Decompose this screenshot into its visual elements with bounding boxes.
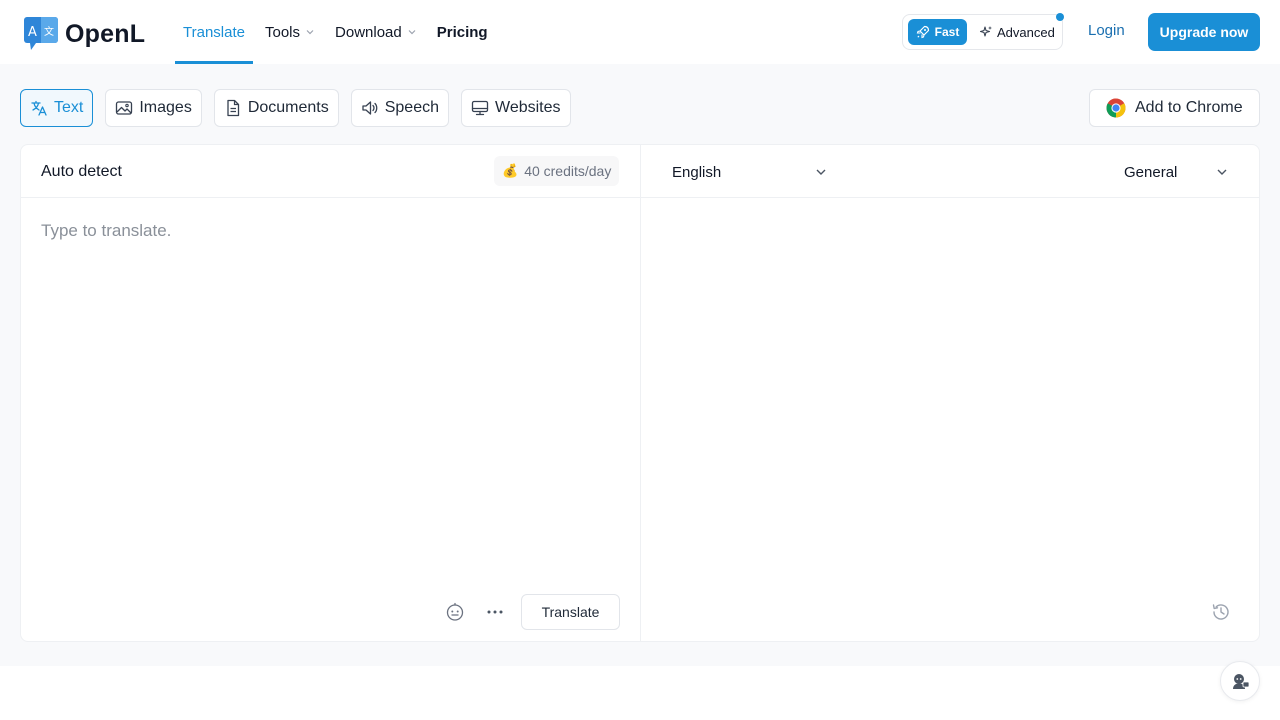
sparkles-icon — [979, 26, 992, 37]
logo-letter-a: A — [28, 25, 37, 40]
more-options-button[interactable] — [483, 600, 507, 624]
mode-fast-label: Fast — [934, 25, 960, 39]
mode-fast-button[interactable]: Fast — [908, 19, 967, 45]
tab-speech-label: Speech — [384, 99, 439, 116]
tab-speech[interactable]: Speech — [350, 89, 449, 127]
new-badge-dot — [1056, 13, 1064, 21]
logo[interactable]: A 文 OpenL — [24, 17, 145, 51]
main-nav: Translate Tools Download Pricing — [175, 0, 496, 64]
logo-text: OpenL — [65, 19, 146, 48]
top-header: A 文 OpenL Translate Tools Download Prici… — [0, 0, 1280, 64]
money-bag-icon: 💰 — [502, 163, 519, 178]
ai-assistant-button[interactable] — [443, 600, 467, 624]
nav-translate-label: Translate — [183, 23, 245, 41]
translate-button[interactable]: Translate — [521, 594, 620, 630]
nav-tools[interactable]: Tools — [257, 0, 323, 64]
tone-select[interactable]: General — [1124, 162, 1228, 182]
credits-label: 40 credits/day — [524, 163, 612, 179]
chevron-down-icon — [816, 169, 826, 175]
tab-text[interactable]: Text — [20, 89, 94, 127]
history-icon — [1212, 604, 1229, 620]
main-area: Text Images Documents Speech Websites Ad… — [0, 64, 1280, 666]
chevron-down-icon — [1217, 169, 1227, 175]
speaker-icon — [362, 101, 378, 115]
panel-divider — [640, 145, 641, 641]
translation-card: Auto detect 💰 40 credits/day English Gen… — [20, 144, 1260, 642]
nav-pricing-label: Pricing — [436, 23, 488, 41]
nav-tools-label: Tools — [264, 23, 301, 41]
login-link[interactable]: Login — [1088, 22, 1125, 39]
tone-label: General — [1124, 163, 1178, 181]
support-chat-button[interactable] — [1220, 661, 1260, 701]
document-icon — [227, 99, 239, 117]
monitor-icon — [471, 100, 489, 116]
tab-documents[interactable]: Documents — [213, 89, 339, 127]
tab-documents-label: Documents — [247, 99, 329, 116]
chevron-down-icon — [306, 30, 314, 35]
credits-badge: 💰 40 credits/day — [494, 156, 620, 186]
image-icon — [116, 101, 133, 115]
support-agent-icon — [1233, 674, 1250, 689]
nav-download[interactable]: Download — [327, 0, 425, 64]
tab-websites[interactable]: Websites — [461, 89, 571, 127]
target-language-label: English — [672, 163, 722, 181]
chrome-icon — [1106, 98, 1126, 118]
chevron-down-icon — [408, 30, 416, 35]
media-tabs: Text Images Documents Speech Websites — [20, 89, 583, 127]
header-divider — [21, 197, 1259, 198]
source-language-select[interactable]: Auto detect — [41, 163, 122, 181]
mode-advanced-button[interactable]: Advanced — [979, 19, 1055, 45]
mode-switch: Fast Advanced — [902, 13, 1064, 50]
nav-translate[interactable]: Translate — [175, 0, 253, 64]
more-icon — [487, 610, 503, 614]
robot-icon — [446, 602, 464, 621]
tab-text-label: Text — [54, 99, 84, 116]
nav-download-label: Download — [335, 23, 402, 41]
tab-websites-label: Websites — [495, 99, 561, 116]
rocket-icon — [916, 25, 929, 39]
mode-advanced-label: Advanced — [997, 24, 1055, 40]
history-button[interactable] — [1209, 600, 1233, 624]
translate-icon — [31, 100, 47, 116]
logo-icon: A 文 — [24, 17, 58, 51]
add-to-chrome-button[interactable]: Add to Chrome — [1089, 89, 1260, 127]
tab-images[interactable]: Images — [105, 89, 202, 127]
nav-pricing[interactable]: Pricing — [429, 0, 496, 64]
add-to-chrome-label: Add to Chrome — [1135, 99, 1243, 116]
target-language-select[interactable]: English — [672, 162, 827, 182]
source-text-input[interactable] — [41, 221, 621, 581]
logo-letter-wen: 文 — [44, 25, 54, 38]
upgrade-button[interactable]: Upgrade now — [1148, 13, 1260, 51]
tab-images-label: Images — [139, 99, 192, 116]
